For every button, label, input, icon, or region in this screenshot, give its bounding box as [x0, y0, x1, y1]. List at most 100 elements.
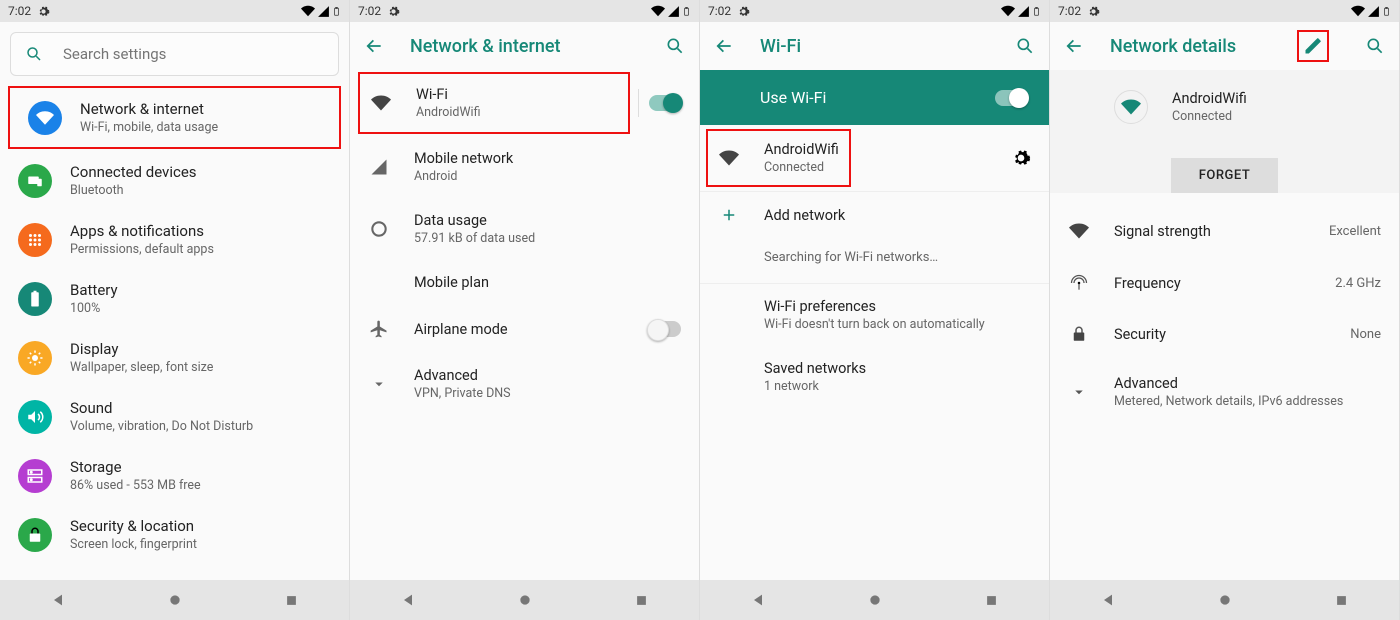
status-bar: 7:02: [0, 0, 349, 22]
back-icon[interactable]: [714, 36, 734, 56]
row-mobile-plan[interactable]: Mobile plan: [350, 260, 699, 305]
status-bar: 7:02: [700, 0, 1049, 22]
use-wifi-toggle[interactable]: [995, 90, 1027, 106]
signal-icon: [370, 158, 388, 176]
header: Network & internet: [350, 22, 699, 70]
airplane-toggle[interactable]: [649, 321, 681, 337]
nav-recent-icon[interactable]: [634, 593, 649, 608]
wifi-icon: [1351, 4, 1365, 18]
status-bar: 7:02: [350, 0, 699, 22]
network-settings-icon[interactable]: [1011, 148, 1031, 168]
signal-icon: [667, 5, 680, 18]
signal-icon: [1367, 5, 1380, 18]
item-security-location[interactable]: Security & locationScreen lock, fingerpr…: [0, 505, 349, 564]
search-icon[interactable]: [665, 36, 685, 56]
settings-main-screen: 7:02 Network & internetWi-Fi, mobile, da…: [0, 0, 350, 620]
plus-icon: [720, 206, 738, 224]
wifi-icon: [1121, 97, 1141, 117]
search-icon[interactable]: [1015, 36, 1035, 56]
saved-networks[interactable]: Saved networks1 network: [700, 346, 1049, 408]
item-connected-devices[interactable]: Connected devicesBluetooth: [0, 151, 349, 210]
row-data-usage[interactable]: Data usage57.91 kB of data used: [350, 198, 699, 260]
devices-icon: [26, 172, 44, 190]
wifi-icon: [301, 4, 315, 18]
page-title: Network details: [1110, 36, 1271, 57]
wifi-preferences[interactable]: Wi-Fi preferencesWi-Fi doesn't turn back…: [700, 284, 1049, 346]
network-summary: AndroidWifiConnected: [1050, 70, 1399, 144]
nav-back-icon[interactable]: [50, 592, 66, 608]
row-advanced[interactable]: Advanced Metered, Network details, IPv6 …: [1050, 359, 1399, 425]
sound-icon: [26, 408, 44, 426]
row-advanced[interactable]: AdvancedVPN, Private DNS: [350, 353, 699, 415]
edit-icon[interactable]: [1303, 36, 1323, 56]
use-wifi-bar[interactable]: Use Wi-Fi: [700, 70, 1049, 125]
back-icon[interactable]: [1064, 36, 1084, 56]
wifi-icon: [719, 148, 739, 168]
nav-recent-icon[interactable]: [284, 593, 299, 608]
nav-bar: [0, 580, 349, 620]
row-frequency: Frequency 2.4 GHz: [1050, 257, 1399, 309]
brightness-icon: [26, 349, 44, 367]
wifi-icon: [651, 4, 665, 18]
signal-icon: [1017, 5, 1030, 18]
item-battery[interactable]: Battery100%: [0, 269, 349, 328]
lock-icon: [26, 526, 44, 544]
chevron-down-icon: [1070, 383, 1088, 401]
item-apps-notifications[interactable]: Apps & notificationsPermissions, default…: [0, 210, 349, 269]
page-title: Network & internet: [410, 36, 639, 57]
row-mobile-network[interactable]: Mobile networkAndroid: [350, 136, 699, 198]
nav-recent-icon[interactable]: [984, 593, 999, 608]
nav-recent-icon[interactable]: [1334, 593, 1349, 608]
battery-icon: [682, 4, 691, 19]
page-title: Wi-Fi: [760, 36, 989, 57]
network-details-screen: 7:02 Network details AndroidWifiConnecte…: [1050, 0, 1400, 620]
signal-icon: [317, 5, 330, 18]
chevron-down-icon: [370, 375, 388, 393]
nav-home-icon[interactable]: [167, 592, 183, 608]
wifi-icon: [1001, 4, 1015, 18]
add-network[interactable]: Add network: [700, 192, 1049, 238]
battery-icon: [26, 290, 44, 308]
search-icon[interactable]: [1365, 36, 1385, 56]
network-androidwifi[interactable]: AndroidWifiConnected: [708, 131, 849, 185]
header: Wi-Fi: [700, 22, 1049, 70]
search-icon: [25, 45, 43, 63]
forget-button[interactable]: FORGET: [1171, 158, 1279, 193]
nav-home-icon[interactable]: [1217, 592, 1233, 608]
back-icon[interactable]: [364, 36, 384, 56]
nav-back-icon[interactable]: [400, 592, 416, 608]
apps-icon: [26, 231, 44, 249]
gear-icon: [737, 5, 750, 18]
item-storage[interactable]: Storage86% used - 553 MB free: [0, 446, 349, 505]
row-wifi[interactable]: Wi-FiAndroidWifi: [360, 74, 628, 132]
search-input[interactable]: [63, 45, 324, 63]
row-airplane-mode[interactable]: Airplane mode: [350, 305, 699, 353]
row-security: Security None: [1050, 309, 1399, 359]
gear-icon: [387, 5, 400, 18]
battery-icon: [1382, 4, 1391, 19]
frequency-icon: [1069, 273, 1089, 293]
battery-icon: [1032, 4, 1041, 19]
item-display[interactable]: DisplayWallpaper, sleep, font size: [0, 328, 349, 387]
battery-icon: [332, 4, 341, 19]
item-network-internet[interactable]: Network & internetWi-Fi, mobile, data us…: [10, 88, 339, 147]
wifi-toggle[interactable]: [649, 95, 681, 111]
storage-icon: [26, 467, 44, 485]
nav-home-icon[interactable]: [517, 592, 533, 608]
data-usage-icon: [369, 219, 389, 239]
gear-icon: [37, 5, 50, 18]
wifi-screen: 7:02 Wi-Fi Use Wi-Fi AndroidWifiConnecte…: [700, 0, 1050, 620]
searching-text: Searching for Wi-Fi networks…: [700, 238, 1049, 283]
gear-icon: [1087, 5, 1100, 18]
wifi-icon: [36, 109, 54, 127]
network-internet-screen: 7:02 Network & internet Wi-FiAndroidWifi…: [350, 0, 700, 620]
nav-back-icon[interactable]: [1100, 592, 1116, 608]
wifi-icon: [371, 93, 391, 113]
search-settings[interactable]: [10, 32, 339, 76]
item-sound[interactable]: SoundVolume, vibration, Do Not Disturb: [0, 387, 349, 446]
status-bar: 7:02: [1050, 0, 1399, 22]
wifi-icon: [1069, 221, 1089, 241]
airplane-icon: [369, 319, 389, 339]
nav-home-icon[interactable]: [867, 592, 883, 608]
nav-back-icon[interactable]: [750, 592, 766, 608]
